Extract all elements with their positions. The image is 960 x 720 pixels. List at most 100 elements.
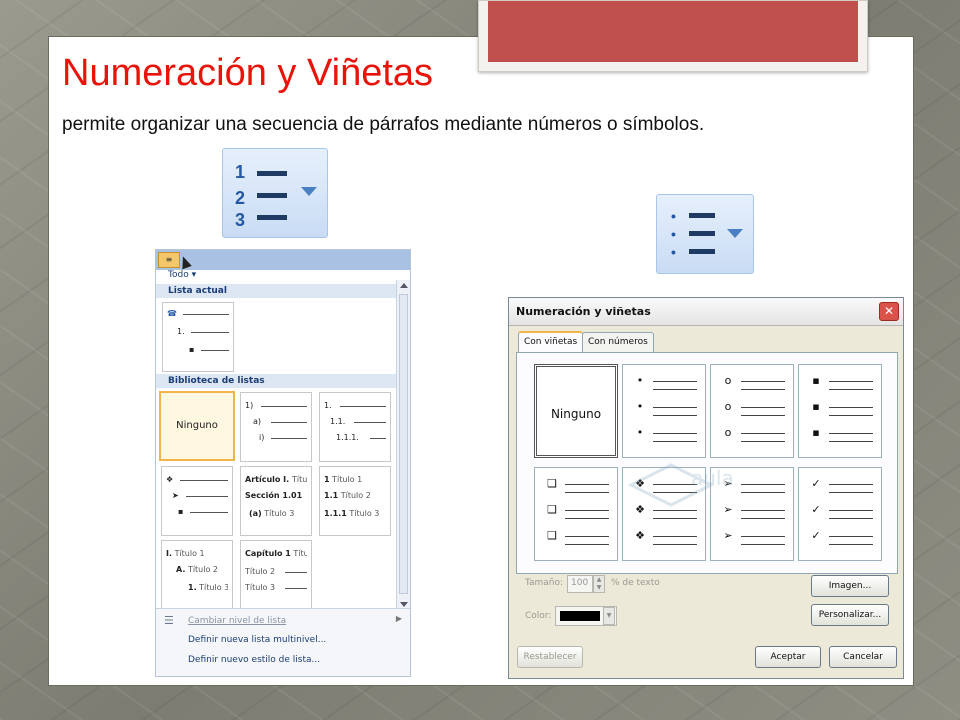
cell-text: Sección 1.01 bbox=[245, 491, 303, 500]
list-row: 1 Título 1 bbox=[324, 475, 386, 485]
list-line bbox=[689, 249, 715, 254]
list-line bbox=[689, 231, 715, 236]
list-style-symbols[interactable]: ❖ ➤ ▪ bbox=[161, 466, 233, 536]
bullet-style-arrow[interactable]: ➢ ➢ ➢ bbox=[710, 467, 794, 561]
bullet-symbol: • bbox=[636, 400, 644, 413]
size-spinner[interactable]: ▲ ▼ bbox=[593, 575, 605, 593]
row-line bbox=[285, 588, 307, 589]
bullet-style-box[interactable]: ❑ ❑ ❑ bbox=[534, 467, 618, 561]
scroll-down-icon[interactable] bbox=[400, 602, 408, 607]
bullet-row: • bbox=[633, 400, 697, 416]
bullet-symbol: ✓ bbox=[811, 529, 821, 542]
dialog-title: Numeración y viñetas bbox=[516, 305, 651, 318]
bullet-line bbox=[741, 544, 785, 545]
bullet-style-dot[interactable]: • • • bbox=[622, 364, 706, 458]
bullet-line bbox=[653, 484, 697, 485]
bullet-symbol: ✓ bbox=[811, 477, 821, 490]
list-style-headings[interactable]: 1 Título 1 1.1 Título 2 1.1.1 Título 3 bbox=[319, 466, 391, 536]
list-style-articles[interactable]: Artículo I. Títul Sección 1.01 (a) Títul… bbox=[240, 466, 312, 536]
list-style-numeric[interactable]: 1) a) i) bbox=[240, 392, 312, 462]
dialog-titlebar: Numeración y viñetas ✕ bbox=[509, 298, 903, 326]
bullet-symbol: ❑ bbox=[547, 503, 557, 516]
bullet-line bbox=[565, 544, 609, 545]
row-line bbox=[340, 406, 386, 407]
cell-text: Título 3 bbox=[245, 583, 276, 592]
bullet-row: ➢ bbox=[721, 477, 785, 493]
bullet-symbol: o bbox=[724, 426, 732, 439]
multilevel-list-icon[interactable]: ≡ bbox=[158, 252, 180, 268]
menu-change-level[interactable]: Cambiar nivel de lista bbox=[188, 616, 286, 626]
mouse-cursor-icon bbox=[178, 254, 192, 270]
panel-scrollbar[interactable] bbox=[396, 280, 410, 610]
cell-text: Título 2 bbox=[187, 565, 219, 574]
bullet-line bbox=[653, 381, 697, 382]
bullet-row: ▪ bbox=[809, 426, 873, 442]
bullets-tab-body: Ninguno • • • o o o ▪ ▪ ▪ ❑ ❑ ❑ ❖ ❖ ❖ ➢ bbox=[516, 352, 898, 574]
menu-define-multilevel[interactable]: Definir nueva lista multinivel... bbox=[188, 635, 326, 645]
bullet-line bbox=[653, 544, 697, 545]
bullet-row: ✓ bbox=[809, 529, 873, 545]
list-style-none[interactable]: Ninguno bbox=[159, 391, 235, 461]
bullet-style-square[interactable]: ▪ ▪ ▪ bbox=[798, 364, 882, 458]
bullet-line bbox=[829, 544, 873, 545]
bullet-row: ❖ bbox=[633, 529, 697, 545]
chevron-down-icon[interactable] bbox=[301, 187, 317, 196]
bullet-dot: • bbox=[671, 244, 676, 260]
cell-text: 1. bbox=[324, 401, 332, 410]
filter-dropdown[interactable]: Todo bbox=[168, 270, 196, 280]
cell-text: Artículo I. bbox=[245, 475, 290, 484]
bullet-line bbox=[829, 510, 873, 511]
cell-text: Títul bbox=[291, 475, 307, 484]
chevron-down-icon[interactable]: ▼ bbox=[603, 607, 615, 625]
bullet-row: ➢ bbox=[721, 529, 785, 545]
bullet-line bbox=[653, 415, 697, 416]
cell-text: i) bbox=[259, 433, 265, 442]
reset-button[interactable]: Restablecer bbox=[517, 646, 583, 668]
bullet-line bbox=[829, 484, 873, 485]
tab-numbers[interactable]: Con números bbox=[582, 332, 654, 352]
cell-text: 1.1.1. bbox=[336, 433, 359, 442]
bullet-symbol: ▪ bbox=[812, 400, 820, 413]
bullet-line bbox=[741, 441, 785, 442]
list-row: 1. bbox=[167, 327, 229, 337]
list-style-decimal[interactable]: 1. 1.1. 1.1.1. bbox=[319, 392, 391, 462]
tab-bullets[interactable]: Con viñetas bbox=[518, 331, 584, 353]
bullet-line bbox=[565, 492, 609, 493]
bullet-style-none[interactable]: Ninguno bbox=[534, 364, 618, 458]
cell-text: Título 3 bbox=[199, 583, 228, 592]
current-list-cell[interactable]: ☎ 1. ▪ bbox=[162, 302, 234, 372]
cell-text: 1. bbox=[177, 327, 185, 336]
bullet-style-check[interactable]: ✓ ✓ ✓ bbox=[798, 467, 882, 561]
scroll-thumb[interactable] bbox=[399, 294, 408, 594]
list-row: Sección 1.01 bbox=[245, 491, 307, 501]
bullets-button[interactable]: • • • bbox=[656, 194, 754, 274]
bullet-line bbox=[741, 407, 785, 408]
numbering-button[interactable]: 1 2 3 bbox=[222, 148, 328, 238]
bullet-row: • bbox=[633, 374, 697, 390]
bullet-style-diamond[interactable]: ❖ ❖ ❖ bbox=[622, 467, 706, 561]
close-icon[interactable]: ✕ bbox=[879, 302, 899, 321]
bullet-line bbox=[741, 518, 785, 519]
picture-button[interactable]: Imagen... bbox=[811, 575, 889, 597]
list-row: 1.1.1. bbox=[324, 433, 386, 443]
row-line bbox=[191, 332, 229, 333]
bullet-symbol: ➢ bbox=[723, 529, 733, 542]
bullet-line bbox=[829, 441, 873, 442]
slide-subtitle: permite organizar una secuencia de párra… bbox=[62, 114, 705, 135]
list-row: 1. Título 3 bbox=[166, 583, 228, 593]
list-row: a) bbox=[245, 417, 307, 427]
ok-button[interactable]: Aceptar bbox=[755, 646, 821, 668]
size-input[interactable]: 100 bbox=[567, 575, 593, 593]
list-style-roman[interactable]: I. Título 1 A. Título 2 1. Título 3 bbox=[161, 540, 233, 610]
scroll-up-icon[interactable] bbox=[400, 283, 408, 288]
customize-button[interactable]: Personalizar... bbox=[811, 604, 889, 626]
bullet-none-label: Ninguno bbox=[550, 407, 602, 421]
list-style-chapter[interactable]: Capítulo 1 Títu Título 2 Título 3 bbox=[240, 540, 312, 610]
bullet-symbol: ❖ bbox=[635, 477, 645, 490]
cancel-button[interactable]: Cancelar bbox=[829, 646, 897, 668]
cell-text: Capítulo 1 bbox=[245, 549, 291, 558]
bullet-style-circle[interactable]: o o o bbox=[710, 364, 794, 458]
bullet-line bbox=[741, 510, 785, 511]
chevron-down-icon[interactable] bbox=[727, 229, 743, 238]
menu-define-style[interactable]: Definir nuevo estilo de lista... bbox=[188, 655, 320, 665]
